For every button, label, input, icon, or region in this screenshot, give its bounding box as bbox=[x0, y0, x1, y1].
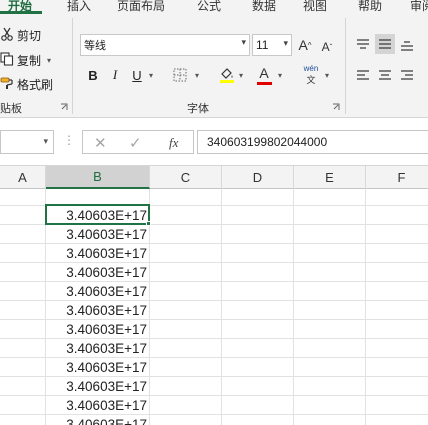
tab-page-layout[interactable]: 页面布局 bbox=[117, 0, 165, 14]
cell-b[interactable]: 3.40603E+17 bbox=[46, 415, 149, 425]
tab-formulas[interactable]: 公式 bbox=[197, 0, 221, 14]
column-header-f[interactable]: F bbox=[366, 166, 428, 189]
tab-help[interactable]: 帮助 bbox=[358, 0, 382, 14]
underline-button[interactable]: U bbox=[128, 66, 146, 84]
paintbrush-icon bbox=[0, 76, 17, 93]
phonetic-guide-icon[interactable]: wén 文 bbox=[301, 63, 321, 87]
insert-function-icon[interactable]: fx bbox=[169, 135, 178, 151]
phonetic-top: wén bbox=[303, 64, 319, 73]
copy-button[interactable]: 复制 ▾ bbox=[0, 51, 51, 69]
clipboard-group-label: 贴板 bbox=[0, 103, 22, 115]
italic-button[interactable]: I bbox=[106, 66, 124, 84]
column-header-b[interactable]: B bbox=[46, 166, 150, 189]
formula-buttons: ✕ ✓ fx bbox=[82, 130, 194, 154]
chevron-down-icon[interactable]: ▾ bbox=[278, 71, 282, 80]
font-size-value: 11 bbox=[256, 38, 269, 52]
scissors-icon bbox=[0, 27, 17, 44]
clipboard-dialog-launcher-icon[interactable] bbox=[60, 103, 68, 111]
chevron-down-icon: ▾ bbox=[283, 38, 288, 48]
name-box[interactable]: ▾ bbox=[0, 130, 54, 154]
phonetic-char: 文 bbox=[306, 76, 316, 86]
cancel-icon[interactable]: ✕ bbox=[94, 134, 107, 152]
copy-icon bbox=[0, 51, 17, 69]
formula-bar: ▾ ⋮ ✕ ✓ fx 340603199802044000 bbox=[0, 118, 428, 166]
cell-b[interactable]: 3.40603E+17 bbox=[46, 358, 149, 377]
cell-b[interactable]: 3.40603E+17 bbox=[46, 301, 149, 320]
cell-b[interactable]: 3.40603E+17 bbox=[46, 244, 149, 263]
ribbon-tab-bar: 开始 插入 页面布局 公式 数据 视图 帮助 审阅 bbox=[0, 0, 428, 14]
cell-b[interactable]: 3.40603E+17 bbox=[46, 396, 149, 415]
active-cell-border bbox=[45, 204, 150, 225]
chevron-down-icon[interactable]: ▾ bbox=[43, 136, 48, 147]
bold-button[interactable]: B bbox=[84, 66, 102, 84]
chevron-down-icon[interactable]: ▾ bbox=[195, 71, 199, 80]
font-color-icon[interactable]: A bbox=[255, 64, 273, 86]
font-size-select[interactable]: 11 ▾ bbox=[252, 34, 292, 56]
enter-check-icon[interactable]: ✓ bbox=[129, 134, 142, 152]
column-header-a[interactable]: A bbox=[0, 166, 46, 189]
tab-insert[interactable]: 插入 bbox=[67, 0, 91, 14]
ribbon: 剪切 复制 ▾ 格式刷 贴板 等线 ▾ 11 ▾ A ^ Aˇ B I U ▾ ▾… bbox=[0, 14, 428, 118]
decrease-font-size-icon[interactable]: Aˇ bbox=[318, 38, 336, 56]
cell-b[interactable]: 3.40603E+17 bbox=[46, 282, 149, 301]
cut-button[interactable]: 剪切 bbox=[0, 26, 41, 44]
chevron-down-icon[interactable]: ▾ bbox=[239, 71, 243, 80]
cell-b[interactable]: 3.40603E+17 bbox=[46, 320, 149, 339]
align-top-icon[interactable] bbox=[353, 34, 373, 54]
align-middle-icon[interactable] bbox=[375, 34, 395, 54]
column-header-e[interactable]: E bbox=[294, 166, 366, 189]
align-left-icon[interactable] bbox=[353, 65, 373, 85]
align-right-icon[interactable] bbox=[397, 65, 417, 85]
chevron-down-icon: ▾ bbox=[241, 38, 246, 48]
font-dialog-launcher-icon[interactable] bbox=[332, 103, 340, 111]
font-name-select[interactable]: 等线 ▾ bbox=[80, 34, 250, 56]
cell-b[interactable]: 3.40603E+17 bbox=[46, 339, 149, 358]
cell-b[interactable]: 3.40603E+17 bbox=[46, 263, 149, 282]
group-divider bbox=[345, 18, 346, 114]
fill-color-icon[interactable] bbox=[218, 65, 236, 85]
chevron-down-icon[interactable]: ▾ bbox=[149, 71, 153, 80]
column-header-d[interactable]: D bbox=[222, 166, 294, 189]
worksheet-grid[interactable]: 3.40603E+17 3.40603E+17 3.40603E+17 3.40… bbox=[0, 189, 428, 425]
cell-b[interactable]: 3.40603E+17 bbox=[46, 225, 149, 244]
column-header-row: A B C D E F bbox=[0, 166, 428, 189]
increase-font-size-icon[interactable]: A ^ bbox=[296, 36, 314, 54]
formula-input[interactable]: 340603199802044000 bbox=[197, 130, 428, 154]
chevron-down-icon[interactable]: ▾ bbox=[47, 56, 51, 65]
tab-data[interactable]: 数据 bbox=[252, 0, 276, 14]
cell-b[interactable]: 3.40603E+17 bbox=[46, 377, 149, 396]
borders-icon[interactable] bbox=[171, 67, 189, 83]
column-header-c[interactable]: C bbox=[150, 166, 222, 189]
align-center-icon[interactable] bbox=[375, 65, 395, 85]
font-name-value: 等线 bbox=[84, 39, 106, 52]
fill-handle[interactable] bbox=[146, 221, 151, 226]
tab-view[interactable]: 视图 bbox=[303, 0, 327, 14]
group-divider bbox=[72, 18, 73, 114]
tab-review[interactable]: 审阅 bbox=[410, 0, 428, 14]
format-painter-label: 格式刷 bbox=[17, 77, 54, 92]
copy-label: 复制 bbox=[17, 53, 42, 68]
format-painter-button[interactable]: 格式刷 bbox=[0, 75, 53, 93]
chevron-down-icon[interactable]: ▾ bbox=[325, 71, 329, 80]
cut-label: 剪切 bbox=[17, 28, 42, 43]
align-bottom-icon[interactable] bbox=[397, 36, 417, 56]
font-group-label: 字体 bbox=[187, 103, 209, 115]
splitter-handle-icon[interactable]: ⋮ bbox=[63, 133, 75, 147]
